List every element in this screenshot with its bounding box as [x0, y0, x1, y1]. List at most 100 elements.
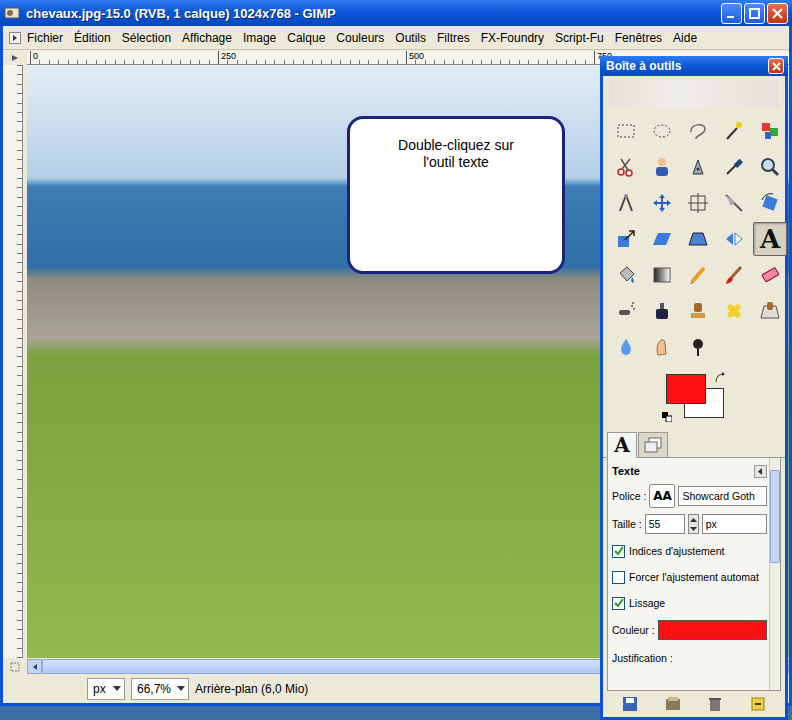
tool-button[interactable]: [753, 186, 787, 220]
ruler-corner[interactable]: [3, 51, 27, 65]
checkbox[interactable]: [612, 545, 625, 558]
checkbox-row[interactable]: Indices d'ajustement: [612, 540, 767, 562]
menu-item[interactable]: Filtres: [432, 29, 475, 47]
tool-button[interactable]: [645, 222, 679, 256]
menu-item[interactable]: Image: [238, 29, 281, 47]
tool-button[interactable]: [717, 186, 751, 220]
tool-button[interactable]: [645, 186, 679, 220]
close-icon: [772, 8, 783, 19]
navigate-corner[interactable]: [3, 659, 27, 674]
dock-tab[interactable]: A: [607, 432, 637, 458]
dodge-burn-icon: [687, 336, 709, 358]
menu-item[interactable]: Couleurs: [331, 29, 389, 47]
font-preview-button[interactable]: AA: [649, 484, 675, 508]
tool-button[interactable]: [753, 150, 787, 184]
tool-button[interactable]: [717, 294, 751, 328]
size-field[interactable]: 55: [645, 514, 685, 534]
menu-item[interactable]: Calque: [282, 29, 330, 47]
tool-button[interactable]: [681, 150, 715, 184]
checkbox-row[interactable]: Lissage: [612, 592, 767, 614]
toolbox-title-bar[interactable]: Boîte à outils: [600, 56, 788, 76]
checkbox[interactable]: [612, 571, 625, 584]
unit-select[interactable]: px: [87, 678, 125, 700]
font-field[interactable]: Showcard Goth: [678, 486, 767, 506]
lasso-icon: [687, 120, 709, 142]
menu-item[interactable]: Affichage: [177, 29, 237, 47]
scroll-left-button[interactable]: [27, 659, 42, 674]
tool-grid: A: [603, 108, 785, 364]
tool-button[interactable]: [681, 330, 715, 364]
flip-icon: [723, 228, 745, 250]
tool-button[interactable]: [609, 114, 643, 148]
tool-button[interactable]: [645, 330, 679, 364]
menu-item[interactable]: Aide: [668, 29, 702, 47]
image-drop-zone[interactable]: [609, 80, 779, 108]
tool-button[interactable]: [609, 294, 643, 328]
tool-button[interactable]: [717, 258, 751, 292]
tool-button[interactable]: [717, 114, 751, 148]
tool-button[interactable]: [609, 258, 643, 292]
checkbox-row[interactable]: Forcer l'ajustement automat: [612, 566, 767, 588]
tab-menu-button[interactable]: [754, 465, 767, 478]
checkbox[interactable]: [612, 597, 625, 610]
menu-item[interactable]: Script-Fu: [550, 29, 609, 47]
size-spinner[interactable]: [688, 514, 699, 534]
checkbox-label: Indices d'ajustement: [629, 545, 724, 557]
tool-button[interactable]: [753, 114, 787, 148]
arrow-left-icon: [31, 663, 39, 671]
tool-button[interactable]: A: [753, 222, 787, 256]
options-scrollbar[interactable]: [769, 458, 780, 690]
tool-button[interactable]: [609, 222, 643, 256]
tool-button[interactable]: [645, 114, 679, 148]
menu-item[interactable]: Édition: [69, 29, 116, 47]
minimize-button[interactable]: [721, 3, 742, 24]
tool-button[interactable]: [681, 114, 715, 148]
options-scroll-thumb[interactable]: [770, 470, 780, 563]
restore-options-icon[interactable]: [665, 696, 681, 712]
foreground-color[interactable]: [666, 374, 706, 404]
toolbox-close-button[interactable]: [768, 58, 784, 74]
menu-arrow-icon[interactable]: [9, 32, 21, 44]
menu-item[interactable]: Fichier: [22, 29, 68, 47]
tool-button[interactable]: [609, 330, 643, 364]
perspective-icon: [687, 228, 709, 250]
airbrush-icon: [615, 300, 637, 322]
delete-options-icon[interactable]: [707, 696, 723, 712]
tool-button[interactable]: [681, 258, 715, 292]
checkbox-label: Lissage: [629, 597, 665, 609]
tool-button[interactable]: [717, 150, 751, 184]
shear-icon: [651, 228, 673, 250]
tool-button[interactable]: [645, 258, 679, 292]
menu-item[interactable]: Fenêtres: [610, 29, 667, 47]
tool-button[interactable]: [645, 150, 679, 184]
gradient-icon: [651, 264, 673, 286]
tool-button[interactable]: [609, 150, 643, 184]
blur-icon: [615, 336, 637, 358]
save-options-icon[interactable]: [622, 696, 638, 712]
vertical-ruler[interactable]: [3, 65, 23, 658]
tool-button[interactable]: [753, 294, 787, 328]
text-color-button[interactable]: [658, 620, 767, 640]
default-colors-icon[interactable]: [662, 412, 672, 422]
title-bar[interactable]: chevaux.jpg-15.0 (RVB, 1 calque) 1024x76…: [0, 0, 792, 26]
tool-button[interactable]: [681, 294, 715, 328]
tool-button[interactable]: [717, 222, 751, 256]
unit-field[interactable]: px: [702, 514, 767, 534]
reset-options-icon[interactable]: [750, 696, 766, 712]
tool-button[interactable]: [681, 186, 715, 220]
tool-button[interactable]: [609, 186, 643, 220]
swap-colors-icon[interactable]: [714, 372, 726, 384]
maximize-button[interactable]: [744, 3, 765, 24]
scissors-icon: [615, 156, 637, 178]
layer-info: Arrière-plan (6,0 Mio): [195, 682, 308, 696]
menu-item[interactable]: FX-Foundry: [476, 29, 549, 47]
tool-button[interactable]: [681, 222, 715, 256]
tool-button[interactable]: [645, 294, 679, 328]
zoom-select[interactable]: 66,7%: [131, 678, 189, 700]
close-button[interactable]: [767, 3, 788, 24]
tool-button[interactable]: [753, 258, 787, 292]
justification-row: Justification :: [612, 646, 767, 670]
menu-item[interactable]: Outils: [390, 29, 431, 47]
menu-item[interactable]: Sélection: [117, 29, 176, 47]
dock-tab[interactable]: [638, 432, 668, 458]
